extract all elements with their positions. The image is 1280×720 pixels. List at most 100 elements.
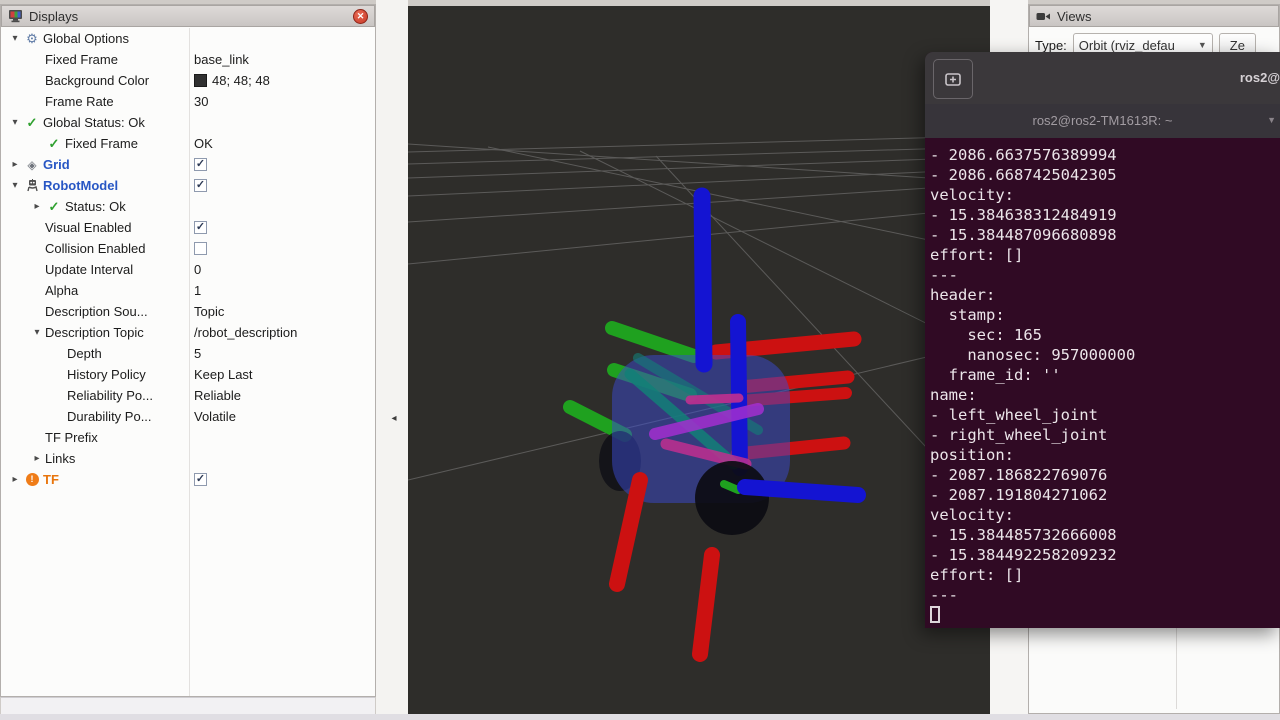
property-value[interactable]: 0 <box>194 262 201 277</box>
displays-tree-row[interactable]: Description Sou...Topic <box>1 301 375 322</box>
property-label: Background Color <box>45 73 149 88</box>
views-panel-divider <box>1176 625 1177 709</box>
expand-right-icon[interactable]: ▸ <box>29 453 45 464</box>
property-label: History Policy <box>67 367 146 382</box>
grid-display-icon: ◈ <box>23 158 41 172</box>
property-checkbox[interactable]: ✓ <box>194 179 207 192</box>
tf-warning-icon: ! <box>26 473 39 486</box>
robot-model-icon <box>23 179 41 192</box>
terminal-output[interactable]: - 2086.6637576389994 - 2086.668742504230… <box>925 138 1280 628</box>
panel-splitter[interactable] <box>376 0 408 720</box>
displays-tree-row[interactable]: Fixed Frame base_link <box>1 49 375 70</box>
displays-tree-row[interactable]: TF Prefix <box>1 427 375 448</box>
displays-tree-row[interactable]: Reliability Po... Reliable <box>1 385 375 406</box>
property-value[interactable]: OK <box>194 136 213 151</box>
displays-tree-row[interactable]: ▸! TF ✓ <box>1 469 375 490</box>
displays-tree-row[interactable]: Durability Po... Volatile <box>1 406 375 427</box>
displays-tree-row[interactable]: Visual Enabled ✓ <box>1 217 375 238</box>
chevron-down-icon: ▼ <box>1198 40 1207 50</box>
displays-tree-row[interactable]: Collision Enabled <box>1 238 375 259</box>
property-label: Update Interval <box>45 262 133 277</box>
property-checkbox[interactable]: ✓ <box>194 473 207 486</box>
window-bottom-strip <box>0 714 1280 720</box>
terminal-tab-label[interactable]: ros2@ros2-TM1613R: ~ <box>925 113 1280 128</box>
view-type-value: Orbit (rviz_defau <box>1079 38 1194 53</box>
expand-down-icon[interactable]: ▾ <box>7 33 23 44</box>
property-label: Status: Ok <box>65 199 126 214</box>
displays-tree-row[interactable]: Background Color 48; 48; 48 <box>1 70 375 91</box>
property-value[interactable]: 30 <box>194 94 208 109</box>
property-value[interactable]: Keep Last <box>194 367 253 382</box>
property-checkbox[interactable]: ✓ <box>194 158 207 171</box>
property-value[interactable]: /robot_description <box>194 325 297 340</box>
views-panel-icon <box>1036 11 1051 22</box>
property-value[interactable]: 1 <box>194 283 201 298</box>
new-tab-button[interactable] <box>933 59 973 99</box>
property-label: Depth <box>67 346 102 361</box>
property-label: Fixed Frame <box>45 52 118 67</box>
zero-button-label: Ze <box>1230 38 1245 53</box>
property-label: Global Status: Ok <box>43 115 145 130</box>
property-value[interactable]: Volatile <box>194 409 236 424</box>
property-label: Collision Enabled <box>45 241 145 256</box>
property-checkbox[interactable] <box>194 242 207 255</box>
displays-tree-row[interactable]: ▾Description Topic/robot_description <box>1 322 375 343</box>
property-label: Global Options <box>43 31 129 46</box>
tab-list-caret-icon[interactable]: ▼ <box>1267 115 1276 125</box>
property-value[interactable]: Reliable <box>194 388 241 403</box>
property-label: Visual Enabled <box>45 220 132 235</box>
displays-tree-row[interactable]: History Policy Keep Last <box>1 364 375 385</box>
displays-panel-header[interactable]: Displays ✕ <box>1 5 375 27</box>
expand-down-icon[interactable]: ▾ <box>7 117 23 128</box>
expand-right-icon[interactable]: ▸ <box>29 201 45 212</box>
displays-panel: Displays ✕ ▾⚙Global OptionsFixed Frameba… <box>0 4 376 697</box>
property-value[interactable]: Topic <box>194 304 224 319</box>
property-value[interactable]: 48; 48; 48 <box>212 73 270 88</box>
status-ok-check-icon: ✓ <box>45 136 63 152</box>
property-checkbox[interactable]: ✓ <box>194 221 207 234</box>
terminal-titlebar[interactable]: ros2@ <box>925 52 1280 105</box>
property-label: Links <box>45 451 75 466</box>
expand-down-icon[interactable]: ▾ <box>7 180 23 191</box>
property-label: TF Prefix <box>45 430 98 445</box>
terminal-output-text: - 2086.6637576389994 - 2086.668742504230… <box>930 145 1280 605</box>
expand-right-icon[interactable]: ▸ <box>7 474 23 485</box>
render-viewport-3d[interactable] <box>408 6 990 714</box>
rviz-window: Displays ✕ ▾⚙Global OptionsFixed Frameba… <box>0 0 1280 720</box>
views-panel-title: Views <box>1057 9 1091 24</box>
status-ok-check-icon: ✓ <box>45 199 63 215</box>
property-value[interactable]: 5 <box>194 346 201 361</box>
right-wheel <box>695 461 769 535</box>
displays-tree-row[interactable]: ✓Fixed Frame OK <box>1 133 375 154</box>
displays-tree-row[interactable]: ▸✓Status: Ok <box>1 196 375 217</box>
displays-tree-row[interactable]: Depth 5 <box>1 343 375 364</box>
view-type-label: Type: <box>1035 38 1067 53</box>
property-label: Reliability Po... <box>67 388 153 403</box>
gear-icon: ⚙ <box>23 31 41 47</box>
terminal-window-title: ros2@ <box>1240 70 1280 85</box>
property-label: Fixed Frame <box>65 136 138 151</box>
property-label: RobotModel <box>43 178 118 193</box>
expand-down-icon[interactable]: ▾ <box>29 327 45 338</box>
terminal-window[interactable]: ros2@ ros2@ros2-TM1613R: ~ ▼ - 2086.6637… <box>925 52 1280 628</box>
terminal-tabbar[interactable]: ros2@ros2-TM1613R: ~ ▼ <box>925 104 1280 138</box>
status-ok-check-icon: ✓ <box>23 115 41 131</box>
displays-tree-row[interactable]: Frame Rate30 <box>1 91 375 112</box>
displays-tree-row[interactable]: ▾⚙Global Options <box>1 28 375 49</box>
displays-tree-row[interactable]: ▸Links <box>1 448 375 469</box>
displays-tree-row[interactable]: ▾✓Global Status: Ok <box>1 112 375 133</box>
property-value[interactable]: base_link <box>194 52 249 67</box>
displays-tree-row[interactable]: ▾ RobotModel ✓ <box>1 175 375 196</box>
color-swatch[interactable] <box>194 74 207 87</box>
property-label: Durability Po... <box>67 409 152 424</box>
displays-tree-row[interactable]: ▸◈Grid ✓ <box>1 154 375 175</box>
property-label: Grid <box>43 157 70 172</box>
splitter-collapse-icon[interactable]: ◂ <box>388 411 400 427</box>
close-icon[interactable]: ✕ <box>353 9 368 24</box>
property-label: TF <box>43 472 59 487</box>
displays-tree-row[interactable]: Alpha1 <box>1 280 375 301</box>
expand-right-icon[interactable]: ▸ <box>7 159 23 170</box>
displays-tree-row[interactable]: Update Interval 0 <box>1 259 375 280</box>
displays-panel-title: Displays <box>29 9 78 24</box>
views-panel-header[interactable]: Views <box>1029 5 1279 27</box>
